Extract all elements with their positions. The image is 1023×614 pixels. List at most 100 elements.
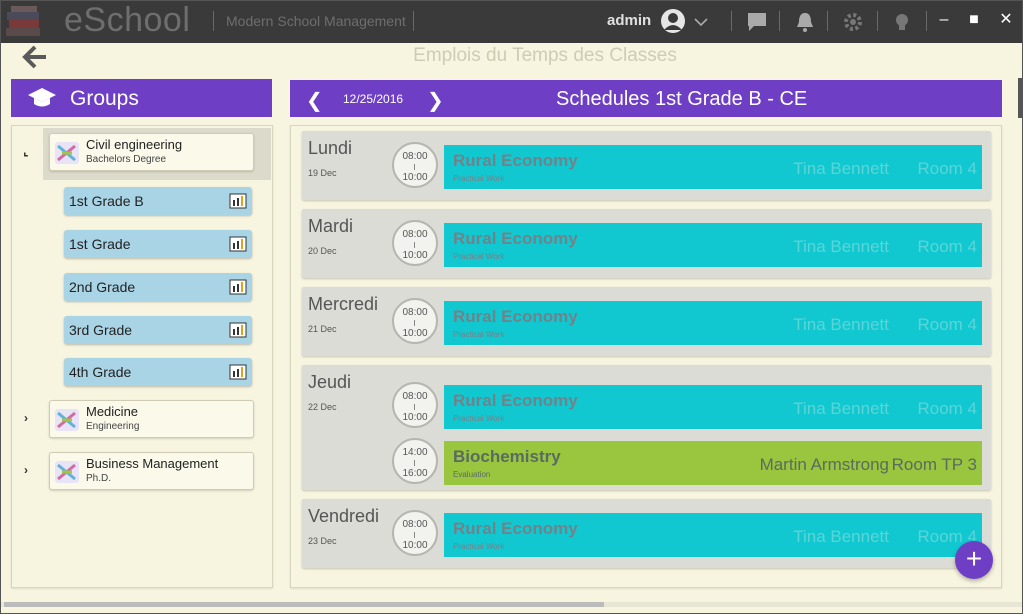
bell-icon[interactable]	[793, 10, 817, 34]
day-block-mercredi: Mercredi 21 Dec 08:00 10:00 Rural Econom…	[302, 287, 991, 356]
dna-icon	[55, 461, 79, 483]
course-teacher: Martin Armstrong	[759, 455, 889, 474]
course-type: Practical Work	[453, 330, 505, 339]
expand-arrow-icon[interactable]: ›	[24, 463, 28, 477]
course-room: Room 4	[917, 159, 977, 178]
groups-tree: ⌞ Civil engineering Bachelors Degree 1st…	[11, 125, 273, 588]
class-button-2nd-grade[interactable]: 2nd Grade	[64, 273, 252, 301]
lightbulb-icon[interactable]	[890, 10, 914, 34]
course-type: Practical Work	[453, 252, 505, 261]
class-button-4th-grade[interactable]: 4th Grade	[64, 358, 252, 386]
horizontal-scrollbar-thumb[interactable]	[4, 602, 604, 607]
schedule-slot[interactable]: 08:00 10:00 Rural Economy Practical Work…	[392, 142, 982, 190]
group-business-management[interactable]: Business Management Ph.D.	[49, 452, 254, 490]
course-name: Rural Economy	[453, 391, 578, 410]
expand-arrow-icon[interactable]: ›	[24, 411, 28, 425]
course-type: Practical Work	[453, 542, 505, 551]
schedule-slot[interactable]: 08:00 10:00 Rural Economy Practical Work…	[392, 220, 982, 268]
day-date: 19 Dec	[308, 168, 337, 178]
collapse-arrow-icon[interactable]: ⌞	[23, 144, 29, 158]
add-schedule-button[interactable]: +	[955, 541, 993, 579]
day-date: 21 Dec	[308, 324, 337, 334]
clock-icon: 14:00 16:00	[392, 438, 438, 484]
course-name: Rural Economy	[453, 151, 578, 170]
course-teacher: Tina Bennett	[793, 399, 889, 418]
slot-start: 08:00	[402, 391, 428, 402]
clock-tick	[414, 164, 415, 170]
schedule-board-icon	[229, 236, 247, 252]
divider	[827, 11, 828, 31]
groups-header: Groups	[11, 79, 272, 117]
schedule-slot[interactable]: 08:00 10:00 Rural Economy Practical Work…	[392, 298, 982, 346]
schedule-header: ❮ 12/25/2016 ❯ Schedules 1st Grade B - C…	[290, 80, 1002, 117]
schedule-date[interactable]: 12/25/2016	[343, 92, 403, 106]
day-date: 20 Dec	[308, 246, 337, 256]
schedule-slot[interactable]: 08:00 10:00 Rural Economy Practical Work…	[392, 510, 982, 558]
course-room: Room 4	[917, 399, 977, 418]
plus-icon: +	[965, 543, 983, 574]
day-name: Mercredi	[308, 294, 379, 314]
app-subtitle: Modern School Management	[226, 13, 406, 29]
course-name: Rural Economy	[453, 307, 578, 326]
vertical-scrollbar-thumb[interactable]	[1018, 78, 1022, 118]
group-medicine[interactable]: Medicine Engineering	[49, 400, 254, 438]
course-type: Practical Work	[453, 414, 505, 423]
class-button-1st-grade[interactable]: 1st Grade	[64, 230, 252, 258]
course-teacher: Tina Bennett	[793, 237, 889, 256]
slot-end: 10:00	[402, 540, 428, 551]
slot-start: 08:00	[402, 229, 428, 240]
chat-icon[interactable]	[745, 10, 769, 34]
divider	[779, 11, 780, 31]
clock-tick	[414, 460, 415, 466]
close-button[interactable]: ✕	[994, 8, 1018, 32]
day-block-lundi: Lundi 19 Dec 08:00 10:00 Rural Economy P…	[302, 131, 991, 200]
schedule-slot[interactable]: 08:00 10:00 Rural Economy Practical Work…	[392, 382, 982, 430]
divider	[213, 11, 214, 31]
user-name[interactable]: admin	[607, 12, 651, 29]
slot-start: 08:00	[402, 519, 428, 530]
schedule-board-icon	[229, 193, 247, 209]
course-type: Practical Work	[453, 174, 505, 183]
schedule-board-icon	[229, 279, 247, 295]
class-button-1st-grade-b[interactable]: 1st Grade B	[64, 187, 252, 215]
chevron-right-icon[interactable]: ❯	[427, 88, 444, 113]
schedule-slot[interactable]: 14:00 16:00 Biochemistry Evaluation Mart…	[392, 438, 982, 486]
course-name: Biochemistry	[453, 447, 561, 466]
clock-tick	[414, 532, 415, 538]
course-card[interactable]: Biochemistry Evaluation Martin Armstrong…	[444, 441, 982, 485]
schedule-title: Schedules 1st Grade B - CE	[556, 88, 808, 110]
minimize-button[interactable]: –	[932, 8, 956, 32]
course-card[interactable]: Rural Economy Practical Work Tina Bennet…	[444, 223, 982, 267]
course-room: Room 4	[917, 315, 977, 334]
gear-icon[interactable]	[841, 10, 865, 34]
course-teacher: Tina Bennett	[793, 159, 889, 178]
clock-icon: 08:00 10:00	[392, 220, 438, 266]
app-name: eSchool	[64, 1, 191, 39]
divider	[413, 11, 414, 31]
schedule-board-icon	[229, 322, 247, 338]
user-avatar-icon[interactable]	[660, 8, 686, 34]
course-name: Rural Economy	[453, 519, 578, 538]
course-card[interactable]: Rural Economy Practical Work Tina Bennet…	[444, 385, 982, 429]
day-block-vendredi: Vendredi 23 Dec 08:00 10:00 Rural Econom…	[302, 499, 991, 568]
divider	[731, 11, 732, 31]
schedule-list: Lundi 19 Dec 08:00 10:00 Rural Economy P…	[290, 125, 1002, 588]
course-card[interactable]: Rural Economy Practical Work Tina Bennet…	[444, 145, 982, 189]
day-name: Jeudi	[308, 372, 352, 392]
slot-start: 08:00	[402, 307, 428, 318]
class-label: 3rd Grade	[69, 322, 133, 338]
class-button-3rd-grade[interactable]: 3rd Grade	[64, 316, 252, 344]
day-block-jeudi: Jeudi 22 Dec 08:00 10:00 Rural Economy P…	[302, 365, 991, 490]
group-civil-engineering[interactable]: Civil engineering Bachelors Degree	[49, 133, 254, 171]
course-card[interactable]: Rural Economy Practical Work Tina Bennet…	[444, 513, 982, 557]
course-card[interactable]: Rural Economy Practical Work Tina Bennet…	[444, 301, 982, 345]
chevron-left-icon[interactable]: ❮	[306, 88, 323, 113]
group-subtitle: Bachelors Degree	[86, 154, 167, 165]
clock-icon: 08:00 10:00	[392, 298, 438, 344]
day-name: Lundi	[308, 138, 353, 158]
maximize-button[interactable]: ■	[962, 8, 986, 32]
day-name: Vendredi	[308, 506, 380, 526]
chevron-down-icon[interactable]	[693, 10, 709, 34]
class-label: 2nd Grade	[69, 279, 136, 295]
group-subtitle: Engineering	[86, 421, 140, 432]
